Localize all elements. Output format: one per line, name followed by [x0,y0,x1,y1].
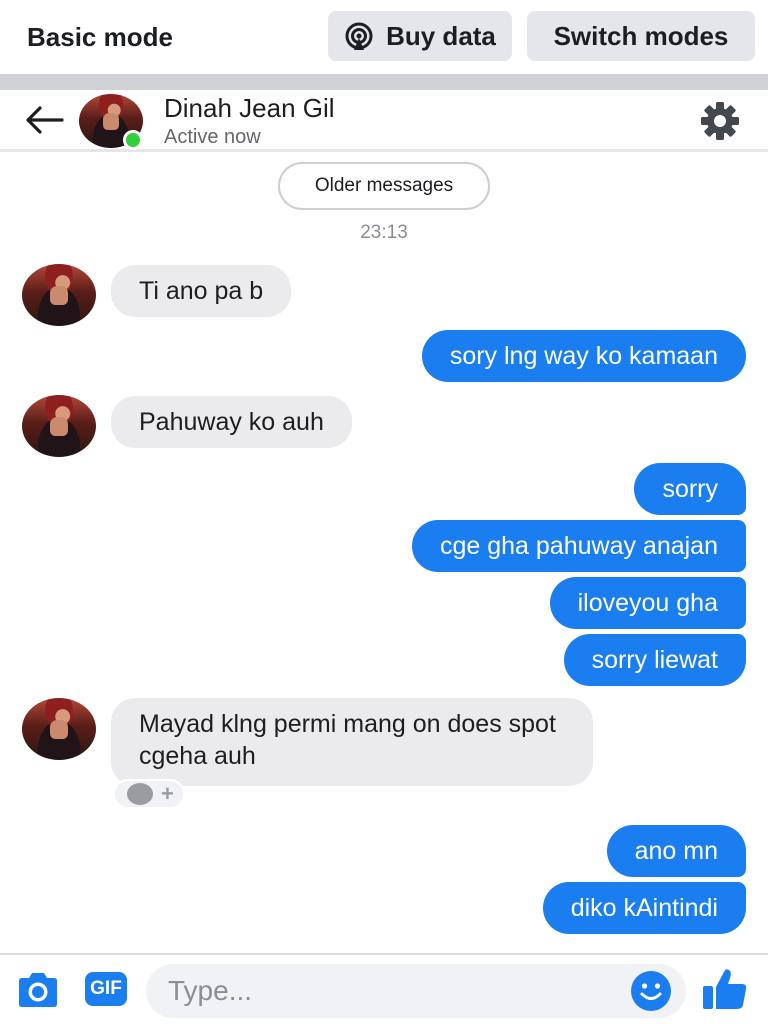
emoji-face-icon [127,783,153,805]
message-bubble-incoming[interactable]: Mayad klng permi mang on does spot cgeha… [111,698,593,786]
camera-icon[interactable] [15,971,61,1009]
message-bubble-outgoing[interactable]: sorry liewat [563,634,746,686]
online-indicator [123,130,143,150]
switch-modes-label: Switch modes [553,20,729,51]
message-bubble-outgoing[interactable]: ano mn [606,825,746,877]
data-signal-icon [345,22,373,50]
sender-avatar[interactable] [22,395,96,457]
message-composer: GIF [0,953,768,1024]
message-bubble-outgoing[interactable]: sory lng way ko kamaan [421,330,746,382]
thumbs-up-icon[interactable] [702,967,748,1011]
gear-icon[interactable] [698,101,742,141]
older-messages-button[interactable]: Older messages [278,162,490,210]
sender-avatar[interactable] [22,698,96,760]
message-bubble-incoming[interactable]: Pahuway ko auh [111,396,352,448]
buy-data-label: Buy data [386,20,496,51]
message-input-container [146,964,686,1018]
contact-name[interactable]: Dinah Jean Gil [164,93,335,124]
sender-avatar[interactable] [22,264,96,326]
switch-modes-button[interactable]: Switch modes [527,11,755,61]
add-reaction-button[interactable]: + [113,779,185,809]
buy-data-button[interactable]: Buy data [328,11,512,61]
back-arrow-icon[interactable] [24,104,64,136]
message-bubble-outgoing[interactable]: iloveyou gha [549,577,746,629]
message-bubble-outgoing[interactable]: diko kAintindi [542,882,746,934]
conversation-header: Dinah Jean Gil Active now [0,90,768,152]
message-bubble-outgoing[interactable]: cge gha pahuway anajan [411,520,746,572]
divider-strip [0,74,768,90]
contact-avatar[interactable] [79,94,143,150]
plus-icon: + [161,781,174,806]
mode-title: Basic mode [27,22,173,52]
message-input[interactable] [146,964,626,1018]
contact-status: Active now [164,126,261,148]
emoji-icon[interactable] [630,970,672,1012]
message-bubble-incoming[interactable]: Ti ano pa b [111,265,292,317]
message-bubble-outgoing[interactable]: sorry [634,463,746,515]
top-bar: Basic mode Buy data Switch modes [0,0,768,74]
message-timestamp: 23:13 [360,222,408,243]
gif-button[interactable]: GIF [85,972,127,1006]
